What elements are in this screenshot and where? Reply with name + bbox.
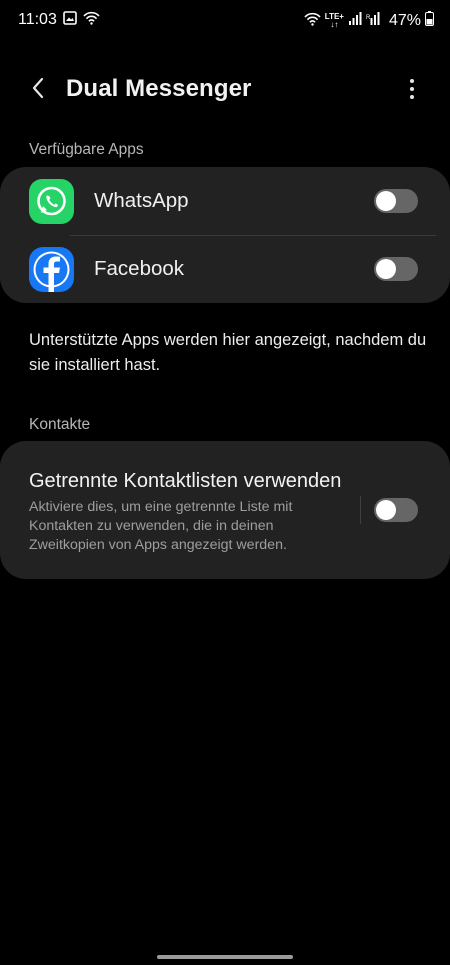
status-time: 11:03	[18, 11, 57, 28]
screen: 11:03 LTE+ ↓↑ R 47% Dual Messenger Verfü…	[0, 0, 450, 965]
app-row-whatsapp[interactable]: WhatsApp	[0, 167, 450, 235]
battery-percent: 47%	[388, 12, 421, 29]
notification-icons	[63, 11, 100, 30]
svg-text:R: R	[366, 15, 371, 21]
signal-icon	[348, 12, 362, 30]
more-options-dot	[410, 87, 414, 91]
facebook-toggle[interactable]	[374, 257, 418, 281]
more-options-icon	[410, 79, 414, 83]
status-bar: 11:03 LTE+ ↓↑ R 47%	[0, 0, 450, 40]
section-title-contacts: Kontakte	[29, 416, 91, 433]
signal-icon: R	[366, 12, 382, 30]
section-title-available-apps: Verfügbare Apps	[29, 141, 144, 158]
battery-icon	[425, 11, 434, 31]
app-label-whatsapp: WhatsApp	[94, 189, 189, 212]
gallery-icon	[63, 11, 77, 30]
supported-apps-note: Unterstützte Apps werden hier angezeigt,…	[29, 331, 427, 374]
separate-contacts-title: Getrennte Kontaktlisten verwenden	[29, 470, 342, 492]
back-button[interactable]	[22, 72, 54, 104]
data-arrows-icon: ↓↑	[330, 20, 339, 29]
facebook-icon	[29, 247, 74, 292]
wifi-icon	[83, 11, 100, 30]
more-options-button[interactable]	[400, 74, 424, 104]
more-options-dot	[410, 95, 414, 99]
network-type-icon: LTE+ ↓↑	[325, 13, 344, 29]
app-bar: Dual Messenger	[0, 62, 450, 118]
app-label-facebook: Facebook	[94, 257, 185, 280]
separate-contacts-toggle[interactable]	[374, 498, 418, 522]
app-row-facebook[interactable]: Facebook	[0, 235, 450, 303]
toggle-knob	[376, 191, 396, 211]
available-apps-card: WhatsApp Facebook	[0, 167, 450, 303]
home-indicator[interactable]	[157, 955, 293, 959]
page-title: Dual Messenger	[66, 75, 252, 102]
whatsapp-icon	[29, 179, 74, 224]
toggle-knob	[376, 500, 396, 520]
separate-contacts-description: Aktiviere dies, um eine getrennte Liste …	[29, 499, 293, 553]
whatsapp-toggle[interactable]	[374, 189, 418, 213]
wifi-icon	[304, 12, 321, 31]
back-arrow-icon	[32, 77, 44, 99]
toggle-knob	[376, 259, 396, 279]
system-icons: LTE+ ↓↑ R 47%	[304, 11, 434, 31]
vertical-divider	[360, 496, 361, 524]
